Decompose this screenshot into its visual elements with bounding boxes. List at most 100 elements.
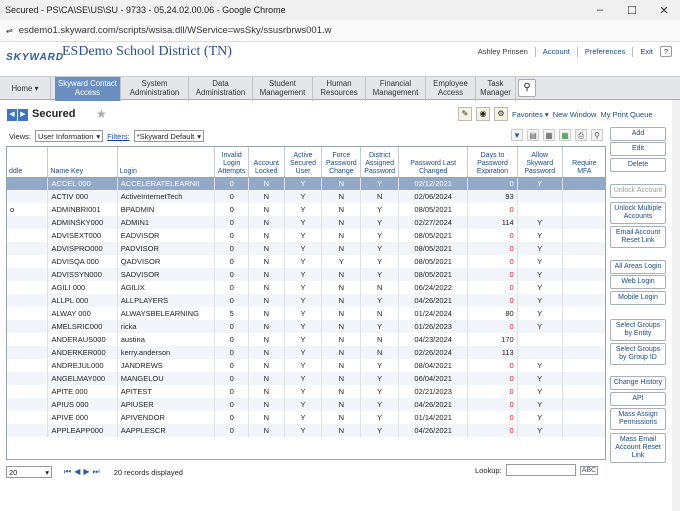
col-header[interactable]: Invalid Login Attempts [214,147,249,178]
api-button[interactable]: API [610,392,666,406]
address-bar[interactable]: ⇌ esdemo1.skyward.com/scripts/wsisa.dll/… [0,20,680,42]
abc-lookup-button[interactable]: ABC [579,465,599,475]
table-row[interactable]: ALLPL 000 ALLPLAYERS 0 N Y N Y 04/26/2021 0 Y [7,294,605,307]
nav-task-manager[interactable]: Task Manager [476,77,516,101]
col-header[interactable]: Login [117,147,216,178]
first-page-icon[interactable]: ⏮ [64,467,71,477]
table-row[interactable]: ADVISQA 000 QADVISOR 0 N Y Y Y 08/05/2021 0 Y [7,255,605,268]
help-button[interactable]: ? [659,46,672,57]
table-row[interactable]: ADVISEXT000 EADVISOR 0 N Y N Y 08/05/2021 0 Y [7,229,605,242]
unlock-account-button[interactable]: Unlock Account [610,184,666,198]
col-header[interactable]: Require MFA [562,147,605,178]
settings-icon[interactable]: ⚙ [494,107,508,121]
mobile-login-button[interactable]: Mobile Login [610,291,666,305]
email-account-reset-link-button[interactable]: Email Account Reset Link [610,226,666,248]
select-groups-by-entity-button[interactable]: Select Groups by Entity [610,319,666,341]
camera-icon[interactable]: ◉ [476,107,490,121]
excel-icon[interactable]: ▦ [559,129,571,141]
nav-home[interactable]: Home ▾ [0,77,51,101]
next-page-icon[interactable]: ▶ [83,467,89,477]
edit-button[interactable]: Edit [610,142,666,156]
minimize-button[interactable]: – [584,4,616,17]
last-page-icon[interactable]: ⏭ [93,467,100,477]
table-cell: PADVISOR [117,242,216,255]
preferences-link[interactable]: Preferences [582,45,628,58]
table-row[interactable]: APIVE 000 APIVENDOR 0 N Y N Y 01/14/2021 0 Y [7,411,605,424]
table-row[interactable]: ALWAY 000 ALWAYSBELEARNING 5 N Y N N 01/24/2024… [7,307,605,320]
unlock-multiple-accounts-button[interactable]: Unlock Multiple Accounts [610,202,666,224]
maximize-button[interactable]: ☐ [616,4,648,17]
table-row[interactable]: ANGELMAY000 MANGELOU 0 N Y N Y 06/04/2021 0 Y [7,372,605,385]
col-header[interactable]: ddle [7,147,49,178]
table-row[interactable]: APIUS 000 APIUSER 0 N Y N Y 04/26/2021 0 Y [7,398,605,411]
table-cell [7,346,49,359]
col-header[interactable]: Name Key [47,147,118,178]
back-arrow-icon[interactable]: ◀ [7,109,17,121]
table-row[interactable]: ANDERKER000 kerry.anderson 0 N Y N N 02/26/2024… [7,346,605,359]
nav-search-icon[interactable]: ⚲ [518,79,536,97]
table-row[interactable]: ANDREJUL000 JANDREWS 0 N Y N Y 08/04/2021 0 Y [7,359,605,372]
nav-student-management[interactable]: Student Management [253,77,313,101]
table-row[interactable]: ADVISSYN000 SADVISOR 0 N Y N Y 08/05/2021 0 Y [7,268,605,281]
url-text[interactable]: esdemo1.skyward.com/scripts/wsisa.dll/WS… [19,25,332,36]
add-button[interactable]: Add [610,127,666,141]
col-header[interactable]: Days to Password Expiration [467,147,518,178]
table-row[interactable]: APPLEAPP000 AAPPLESCR 0 N Y N Y 04/26/2021 0 Y [7,424,605,437]
exit-link[interactable]: Exit [637,45,656,58]
table-row[interactable]: ADMINSKY000 ADMIN1 0 N Y N Y 02/27/2024 114 Y [7,216,605,229]
col-header[interactable]: Active Secured User [284,147,323,178]
close-window-button[interactable]: ✕ [648,4,680,17]
site-info-icon[interactable]: ⇌ [6,26,13,35]
table-row[interactable]: ANDERAUS000 austina 0 N Y N N 04/23/2024 170 [7,333,605,346]
print-icon[interactable]: ⎙ [575,129,587,141]
col-header[interactable]: Allow Skyward Password [517,147,563,178]
filter-icon[interactable]: ▼ [511,129,523,141]
views-select[interactable]: User Information ▾ [34,130,104,142]
notes-icon[interactable]: ✎ [458,107,472,121]
web-login-button[interactable]: Web Login [610,275,666,289]
table-row[interactable]: APITE 000 APITEST 0 N Y N Y 02/21/2023 0 Y [7,385,605,398]
table-row[interactable]: ADVISPRO000 PADVISOR 0 N Y N Y 08/05/2021 0 Y [7,242,605,255]
nav-employee-access[interactable]: Employee Access [426,77,476,101]
col-header[interactable]: Password Last Changed [398,147,469,178]
lookup-input[interactable] [505,464,576,476]
nav-human-resources[interactable]: Human Resources [313,77,366,101]
prev-page-icon[interactable]: ◀ [74,467,80,477]
new-window-link[interactable]: New Window [553,110,597,119]
filters-link[interactable]: Filters: [107,132,130,141]
filters-select[interactable]: *Skyward Default ▾ [133,130,204,142]
table-row[interactable]: AGILI 000 AGILIX 0 N Y N N 06/24/2022 0 Y [7,281,605,294]
favorite-star-icon[interactable]: ★ [96,107,107,121]
table-cell: N [248,190,285,203]
nav-financial-management[interactable]: Financial Management [366,77,426,101]
nav-skyward-contact-access[interactable]: Skyward Contact Access [55,77,121,101]
table-row[interactable]: o ADMINBRI001 BPADMIN 0 N Y N Y 08/05/2021 0 [7,203,605,216]
table-row[interactable]: AMELSRIC000 ricka 0 N Y N Y 01/26/2023 0 Y [7,320,605,333]
favorites-menu[interactable]: Favorites ▾ [512,110,549,119]
table-row[interactable]: ACTIV 000 ActiveInternetTech 0 N Y N N 02/06/20… [7,190,605,203]
nav-data-administration[interactable]: Data Administration [189,77,253,101]
change-history-button[interactable]: Change History [610,376,666,390]
col-header[interactable]: Account Locked [248,147,285,178]
col-header[interactable]: Force Password Change [321,147,362,178]
table-cell: Y [360,320,400,333]
page-scrollbar[interactable] [672,100,680,511]
nav-system-administration[interactable]: System Administration [121,77,189,101]
mass-email-account-reset-link-button[interactable]: Mass Email Account Reset Link [610,433,666,463]
account-link[interactable]: Account [540,45,573,58]
table-row[interactable]: ACCEL 000 ACCELERATELEARNII 0 N Y N Y 02/12/202… [7,177,605,190]
select-groups-by-group-id-button[interactable]: Select Groups by Group ID [610,343,666,365]
print-queue-link[interactable]: My Print Queue [600,110,652,119]
forward-arrow-icon[interactable]: ▶ [18,109,28,121]
table-cell: Y [284,294,323,307]
zoom-icon[interactable]: ⚲ [591,129,603,141]
all-areas-login-button[interactable]: All Areas Login [610,260,666,274]
export-icon[interactable]: ▤ [527,129,539,141]
mass-assign-permissions-button[interactable]: Mass Assign Permissions [610,408,666,430]
table-cell [562,294,605,307]
delete-button[interactable]: Delete [610,158,666,172]
table-cell: N [248,294,285,307]
col-header[interactable]: District Assigned Password [360,147,400,178]
page-size-select[interactable]: 20 ▾ [6,466,52,478]
columns-icon[interactable]: ▦ [543,129,555,141]
